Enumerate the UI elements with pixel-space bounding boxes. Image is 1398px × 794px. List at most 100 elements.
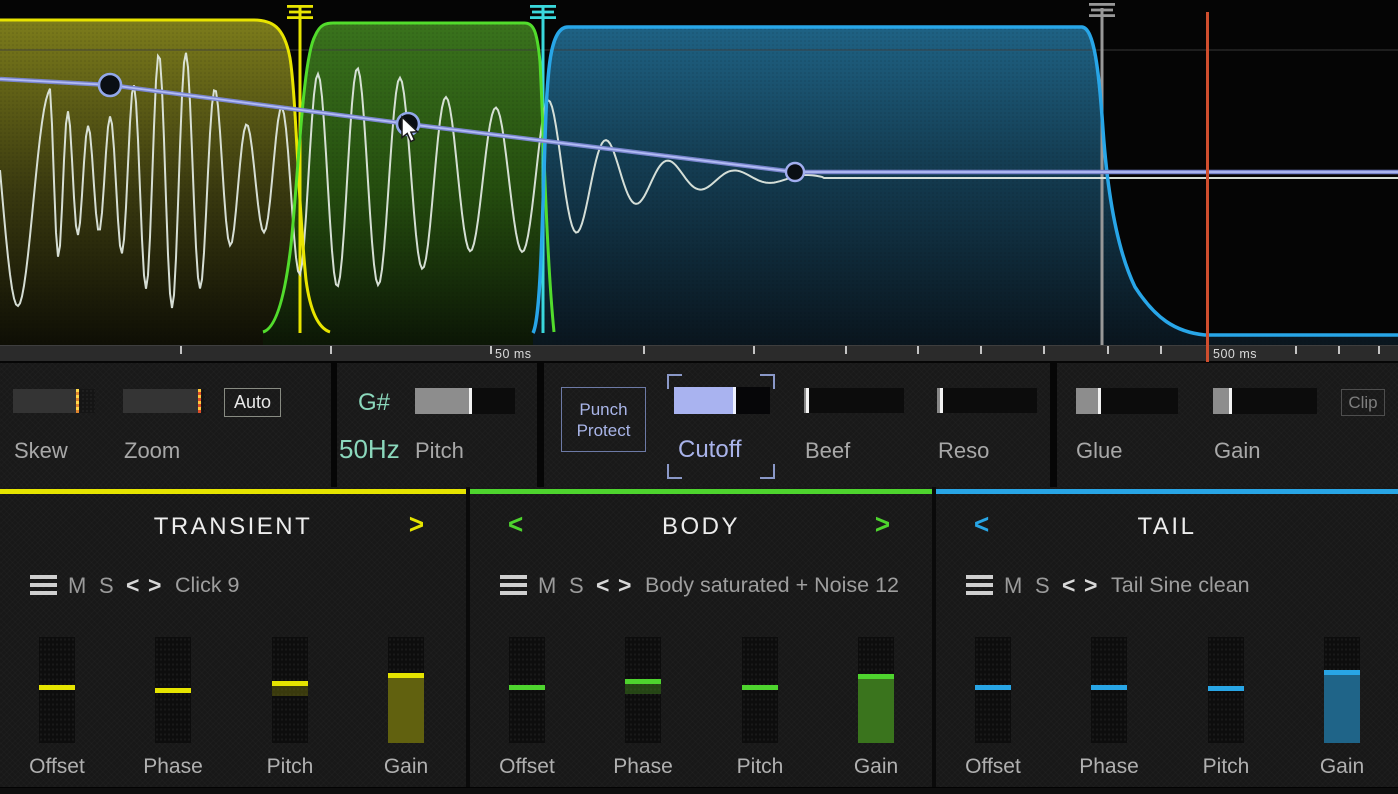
beef-slider-handle[interactable] [806,388,809,413]
preset-menu-icon[interactable] [966,575,993,597]
pitch-slider-handle[interactable] [1208,686,1244,691]
zoom-slider-handle[interactable] [198,389,201,413]
vslider-label: Pitch [1181,755,1271,779]
section-accent-bar [936,489,1398,494]
next-layer-button[interactable]: > [875,508,890,541]
pitch-slider-handle[interactable] [469,388,472,414]
time-tick [490,346,492,354]
offset-slider-handle[interactable] [975,685,1011,690]
offset-slider-handle[interactable] [39,685,75,690]
offset-vslider[interactable] [509,637,545,743]
vslider-label: Offset [12,755,102,779]
preset-menu-icon[interactable] [30,575,57,597]
zoom-label: Zoom [124,438,180,464]
vslider-label: Offset [948,755,1038,779]
beef-slider[interactable] [804,388,904,413]
reso-slider-handle[interactable] [940,388,943,413]
section-accent-bar [0,489,466,494]
tail-marker-flag-icon[interactable] [1089,3,1115,17]
pitch-vslider[interactable] [742,637,778,743]
offset-vslider[interactable] [39,637,75,743]
vslider-label: Phase [598,755,688,779]
cutoff-slider-handle[interactable] [733,387,736,414]
offset-slider-handle[interactable] [509,685,545,690]
glue-slider-handle[interactable] [1098,388,1101,414]
time-tick [1338,346,1340,354]
glue-slider[interactable] [1076,388,1178,414]
time-tick [753,346,755,354]
reso-slider[interactable] [937,388,1037,413]
offset-vslider[interactable] [975,637,1011,743]
pitch-label: Pitch [415,438,464,464]
transient-marker-flag-icon[interactable] [287,5,313,19]
preset-name[interactable]: Click 9 [175,573,240,598]
phase-vslider[interactable] [1091,637,1127,743]
kick-synth-app: 50 ms500 ms Auto Skew Zoom G# 50Hz Pitch… [0,0,1398,794]
next-layer-button[interactable]: > [409,508,424,541]
mute-button[interactable]: M [538,573,556,599]
phase-vslider[interactable] [625,637,661,743]
view-panel: Auto Skew Zoom [0,363,331,487]
gain-vslider[interactable] [388,637,424,743]
clip-button[interactable]: Clip [1341,389,1385,416]
next-preset-icon[interactable]: > [1084,572,1097,599]
length-marker-line[interactable] [1206,12,1209,362]
gain-slider-handle[interactable] [1229,388,1232,414]
pitch-slider-handle[interactable] [742,685,778,690]
cutoff-label[interactable]: Cutoff [678,436,742,464]
cutoff-slider[interactable] [674,387,770,414]
prev-preset-icon[interactable]: < [1062,572,1075,599]
vslider-label: Pitch [245,755,335,779]
vslider-label: Phase [1064,755,1154,779]
bottom-strip [0,787,1398,794]
body-marker-flag-icon[interactable] [530,5,556,19]
prev-layer-button[interactable]: < [974,508,989,541]
pitch-node-3[interactable] [786,163,804,181]
envelope-canvas [0,0,1398,345]
time-tick [917,346,919,354]
preset-name[interactable]: Body saturated + Noise 12 [645,573,899,598]
mute-button[interactable]: M [1004,573,1022,599]
time-tick [1043,346,1045,354]
pitch-vslider[interactable] [272,637,308,743]
transient-section: TRANSIENT>MS<>Click 9OffsetPhasePitchGai… [0,487,466,794]
vslider-label: Offset [482,755,572,779]
pitch-note-readout: G# [358,389,390,417]
gain-slider[interactable] [1213,388,1317,414]
waveform-display[interactable] [0,0,1398,345]
control-bar: Auto Skew Zoom G# 50Hz Pitch Punch Prote… [0,363,1398,487]
pitch-node-1[interactable] [99,74,121,96]
preset-menu-icon[interactable] [500,575,527,597]
phase-slider-handle[interactable] [155,688,191,693]
reso-label[interactable]: Reso [938,438,989,464]
time-label: 500 ms [1213,347,1257,361]
prev-preset-icon[interactable]: < [126,572,139,599]
skew-slider-handle[interactable] [76,389,79,413]
punch-protect-button[interactable]: Punch Protect [561,387,646,452]
mute-button[interactable]: M [68,573,86,599]
time-tick [980,346,982,354]
gain-vslider[interactable] [858,637,894,743]
zoom-slider[interactable] [123,389,205,413]
phase-vslider[interactable] [155,637,191,743]
time-ruler: 50 ms500 ms [0,345,1398,363]
gain-vslider[interactable] [1324,637,1360,743]
next-preset-icon[interactable]: > [618,572,631,599]
phase-slider-handle[interactable] [1091,685,1127,690]
auto-button[interactable]: Auto [224,388,281,417]
prev-preset-icon[interactable]: < [596,572,609,599]
vslider-label: Gain [361,755,451,779]
section-title: TAIL [936,513,1398,541]
solo-button[interactable]: S [1035,573,1050,599]
prev-layer-button[interactable]: < [508,508,523,541]
next-preset-icon[interactable]: > [148,572,161,599]
time-tick [643,346,645,354]
beef-label[interactable]: Beef [805,438,850,464]
skew-slider[interactable] [13,389,95,413]
solo-button[interactable]: S [569,573,584,599]
pitch-vslider[interactable] [1208,637,1244,743]
pitch-panel: G# 50Hz Pitch [337,363,537,487]
preset-name[interactable]: Tail Sine clean [1111,573,1250,598]
solo-button[interactable]: S [99,573,114,599]
pitch-slider[interactable] [415,388,515,414]
